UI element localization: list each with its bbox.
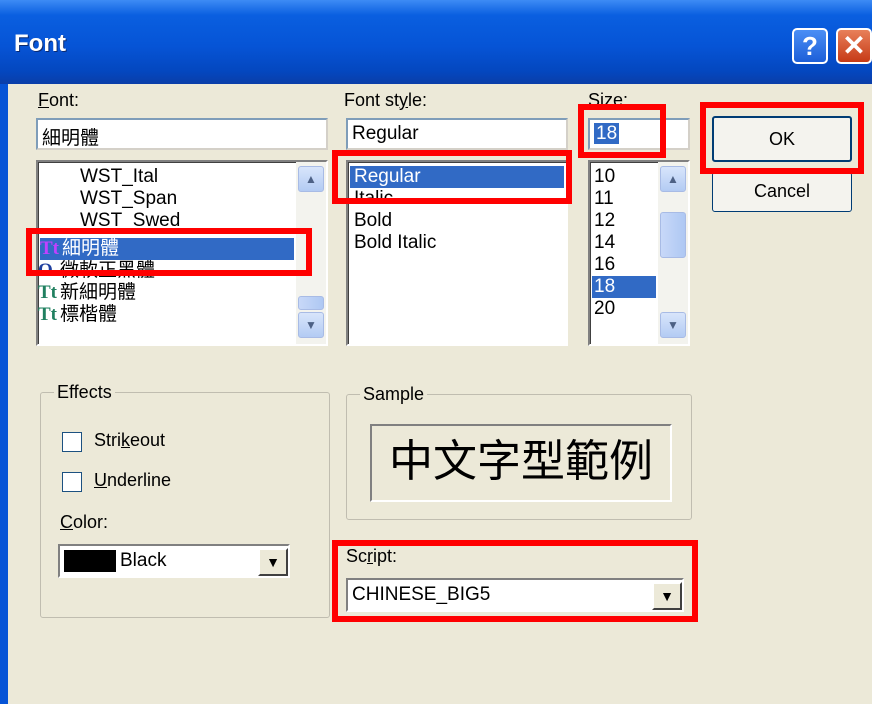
size-list[interactable]: 10 11 12 14 16 18 20 ▲ ▼ bbox=[588, 160, 690, 346]
list-item[interactable]: 11 bbox=[594, 188, 614, 210]
highlight-box-ok bbox=[700, 102, 864, 174]
window-title: Font bbox=[14, 30, 66, 57]
list-item[interactable]: 10 bbox=[594, 166, 615, 188]
font-style-label: Font style: bbox=[344, 90, 428, 110]
chevron-down-icon[interactable]: ▼ bbox=[660, 312, 686, 338]
highlight-box-font bbox=[26, 228, 312, 276]
list-item[interactable]: 16 bbox=[594, 254, 615, 276]
list-item[interactable]: 14 bbox=[594, 232, 615, 254]
list-item[interactable]: 20 bbox=[594, 298, 615, 320]
chevron-down-icon[interactable]: ▼ bbox=[298, 312, 324, 338]
font-dialog: Font ? ✕ Font: 細明體 WST_Ital WST_Span WST… bbox=[0, 0, 872, 704]
size-list-scrollbar[interactable]: ▲ ▼ bbox=[658, 162, 688, 344]
highlight-box-style bbox=[332, 150, 572, 204]
effects-label: Effects bbox=[54, 382, 115, 403]
color-select[interactable]: Black ▼ bbox=[58, 544, 290, 578]
highlight-box-script bbox=[332, 540, 698, 622]
strikeout-label: Strikeout bbox=[94, 430, 166, 450]
truetype-icon: Tt bbox=[38, 304, 57, 325]
list-item[interactable]: Bold Italic bbox=[354, 232, 436, 254]
font-label: Font: bbox=[38, 90, 80, 110]
color-label: Color: bbox=[60, 512, 109, 532]
sample-label: Sample bbox=[360, 384, 428, 405]
color-swatch bbox=[64, 550, 116, 572]
chevron-up-icon[interactable]: ▲ bbox=[660, 166, 686, 192]
highlight-box-size bbox=[578, 104, 666, 158]
list-item[interactable]: WST_Span bbox=[38, 188, 294, 210]
font-name-input[interactable]: 細明體 bbox=[36, 118, 328, 150]
chevron-down-icon[interactable]: ▼ bbox=[258, 548, 288, 576]
list-item[interactable]: Tt 新細明體 bbox=[38, 282, 294, 304]
close-button[interactable]: ✕ bbox=[836, 28, 872, 64]
cancel-button[interactable]: Cancel bbox=[712, 172, 852, 212]
scroll-thumb[interactable] bbox=[298, 296, 324, 310]
underline-label: Underline bbox=[94, 470, 172, 490]
title-bar: Font ? ✕ bbox=[0, 0, 872, 84]
list-item[interactable]: WST_Ital bbox=[38, 166, 294, 188]
list-item[interactable]: Bold bbox=[354, 210, 392, 232]
font-style-input[interactable]: Regular bbox=[346, 118, 568, 150]
sample-preview: 中文字型範例 bbox=[370, 424, 672, 502]
list-item-selected[interactable]: 18 bbox=[592, 276, 656, 298]
strikeout-checkbox[interactable] bbox=[62, 432, 82, 452]
truetype-icon: Tt bbox=[38, 282, 57, 303]
window-border-left bbox=[0, 84, 8, 704]
list-item[interactable]: Tt 標楷體 bbox=[38, 304, 294, 326]
scroll-thumb[interactable] bbox=[660, 212, 686, 258]
help-button[interactable]: ? bbox=[792, 28, 828, 64]
color-value: Black bbox=[120, 550, 167, 571]
effects-group bbox=[40, 392, 330, 618]
list-item[interactable]: 12 bbox=[594, 210, 615, 232]
underline-checkbox[interactable] bbox=[62, 472, 82, 492]
chevron-up-icon[interactable]: ▲ bbox=[298, 166, 324, 192]
